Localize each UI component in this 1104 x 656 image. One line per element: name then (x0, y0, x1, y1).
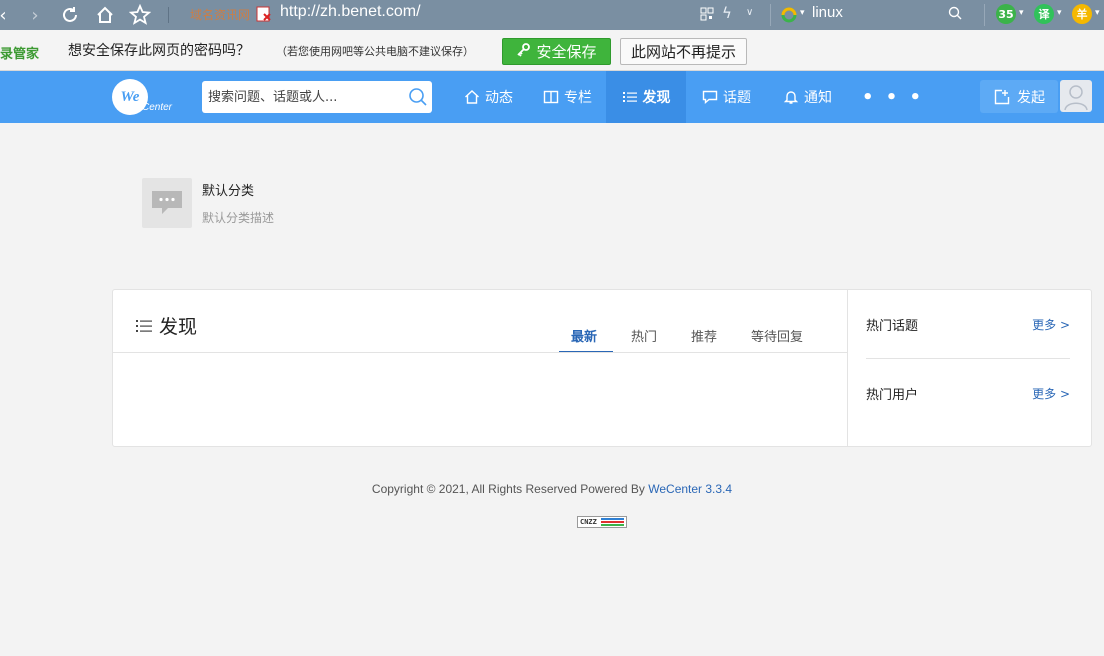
chevron-down-icon[interactable]: ▾ (1019, 8, 1024, 18)
nav-dongtai-label: 动态 (485, 90, 513, 106)
chevron-down-icon[interactable]: ▾ (1057, 8, 1062, 18)
save-password-label: 安全保存 (536, 43, 597, 61)
sidebar-divider (866, 358, 1070, 359)
extension-yang-icon[interactable]: 羊 (1072, 4, 1092, 24)
cnzz-bars (599, 517, 626, 527)
cnzz-badge[interactable]: CNZZ (577, 516, 627, 528)
user-icon (1064, 85, 1088, 111)
address-bar[interactable]: http://zh.benet.com/ (280, 3, 421, 21)
tab-latest[interactable]: 最新 (571, 326, 597, 345)
hot-users-row: 热门用户 更多 > (866, 382, 1070, 403)
hot-topics-more-link[interactable]: 更多 > (1032, 316, 1070, 333)
nav-zhuanlan-label: 专栏 (564, 90, 592, 106)
category-title[interactable]: 默认分类 (202, 180, 254, 199)
site-search (202, 81, 432, 113)
copyright-text: Copyright © 2021, All Rights Reserved Po… (371, 482, 645, 496)
chat-bubble-icon (152, 191, 182, 214)
tab-recommended[interactable]: 推荐 (691, 326, 717, 345)
bell-icon (783, 91, 799, 104)
toolbar-divider (168, 7, 169, 23)
nav-huati[interactable]: 话题 (702, 71, 751, 123)
chevron-down-icon[interactable]: ▾ (800, 8, 805, 18)
columns-icon (543, 90, 559, 104)
toolbar-divider (770, 4, 771, 26)
site-header: We Center 动态 专栏 发现 话题 通知 • • • 发起 (0, 71, 1104, 123)
category-description: 默认分类描述 (202, 211, 275, 225)
list-icon (136, 319, 152, 332)
translate-extension-icon[interactable]: 译 (1034, 4, 1054, 24)
home-icon[interactable] (92, 0, 118, 30)
user-avatar[interactable] (1060, 80, 1092, 112)
password-manager-brand: 录管家 (0, 47, 40, 62)
chevron-down-icon[interactable]: ▾ (1095, 8, 1100, 18)
hot-users-more-link[interactable]: 更多 > (1032, 385, 1070, 402)
search-icon[interactable] (408, 87, 428, 107)
site-label: 域名资讯网 (190, 8, 251, 22)
compose-icon (994, 89, 1010, 104)
hot-users-label: 热门用户 (866, 388, 919, 403)
key-icon (516, 42, 531, 61)
nav-dongtai[interactable]: 动态 (464, 71, 513, 123)
nav-zhuanlan[interactable]: 专栏 (543, 71, 592, 123)
post-button-label: 发起 (1017, 89, 1045, 106)
chevron-down-icon[interactable]: ∨ (746, 7, 753, 18)
toolbar-divider (984, 4, 985, 26)
discover-heading-label: 发现 (159, 316, 198, 338)
hot-topics-label: 热门话题 (866, 319, 919, 334)
discover-panel: 发现 最新 热门 推荐 等待回复 热门话题 更多 > 热门用户 更多 > (112, 289, 1092, 447)
nav-faxian[interactable]: 发现 (606, 71, 686, 123)
nav-faxian-label: 发现 (642, 90, 671, 106)
more-menu-button[interactable]: • • • (862, 71, 924, 123)
home-icon (465, 90, 479, 104)
discover-heading: 发现 (135, 312, 197, 339)
password-save-prompt: 录管家 想安全保存此网页的密码吗？ （若您使用网吧等公共电脑不建议保存） 安全保… (0, 30, 1104, 71)
category-icon[interactable] (142, 178, 192, 228)
tab-hot[interactable]: 热门 (631, 326, 657, 345)
browser-search-input[interactable]: linux (812, 4, 843, 21)
panel-divider (113, 352, 848, 353)
tab-awaiting-reply[interactable]: 等待回复 (751, 326, 803, 345)
wecenter-link[interactable]: WeCenter 3.3.4 (648, 482, 732, 496)
post-button[interactable]: 发起 (980, 80, 1058, 113)
save-password-button[interactable]: 安全保存 (502, 38, 611, 65)
nav-tongzhi-label: 通知 (804, 90, 832, 106)
nav-tongzhi[interactable]: 通知 (783, 71, 832, 123)
never-prompt-button[interactable]: 此网站不再提示 (620, 38, 747, 65)
bookmark-star-icon[interactable] (127, 0, 153, 30)
search-icon[interactable] (948, 5, 964, 21)
speed-mode-icon[interactable]: ϟ (722, 4, 732, 22)
browser-toolbar: ‹ › 域名资讯网 http://zh.benet.com/ ϟ ∨ ▾ lin… (0, 0, 1104, 30)
extension-360-icon[interactable]: 35 (996, 4, 1016, 24)
back-icon[interactable]: ‹ (0, 0, 12, 30)
chat-icon (702, 90, 718, 105)
wecenter-logo-subtext: Center (142, 102, 173, 113)
password-hint: （若您使用网吧等公共电脑不建议保存） (276, 45, 474, 58)
discover-main: 发现 最新 热门 推荐 等待回复 (113, 290, 848, 446)
forward-icon[interactable]: › (26, 0, 44, 30)
search-engine-icon[interactable] (780, 6, 798, 24)
hot-topics-row: 热门话题 更多 > (866, 313, 1070, 334)
site-search-input[interactable] (208, 87, 398, 107)
password-question: 想安全保存此网页的密码吗？ (68, 43, 250, 59)
list-icon (622, 92, 637, 102)
cnzz-badge-label: CNZZ (580, 518, 597, 526)
refresh-icon[interactable] (58, 0, 82, 30)
qr-code-icon[interactable] (700, 6, 716, 22)
nav-huati-label: 话题 (723, 90, 751, 106)
footer: Copyright © 2021, All Rights Reserved Po… (0, 482, 1104, 496)
insecure-page-icon[interactable] (256, 5, 272, 23)
